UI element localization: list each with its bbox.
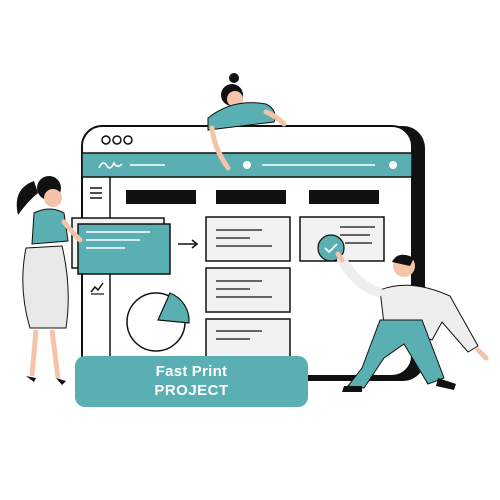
address-dot [243, 161, 251, 169]
banner-title-line2: PROJECT [154, 381, 229, 399]
woman-left-figure [16, 176, 83, 385]
title-banner: Fast Print PROJECT [75, 356, 308, 407]
task-card [205, 267, 291, 313]
column-header-1 [126, 190, 196, 204]
banner-title-line1: Fast Print [156, 363, 228, 381]
banner-word-print: Print [191, 362, 228, 380]
task-card [205, 216, 291, 262]
task-card [205, 318, 291, 360]
column-header-2 [216, 190, 286, 204]
column-header-3 [309, 190, 379, 204]
kanban-illustration [16, 73, 489, 392]
banner-word-fast: Fast [155, 362, 188, 380]
illustration: Fast Print PROJECT [0, 0, 500, 500]
address-dot-right [389, 161, 397, 169]
